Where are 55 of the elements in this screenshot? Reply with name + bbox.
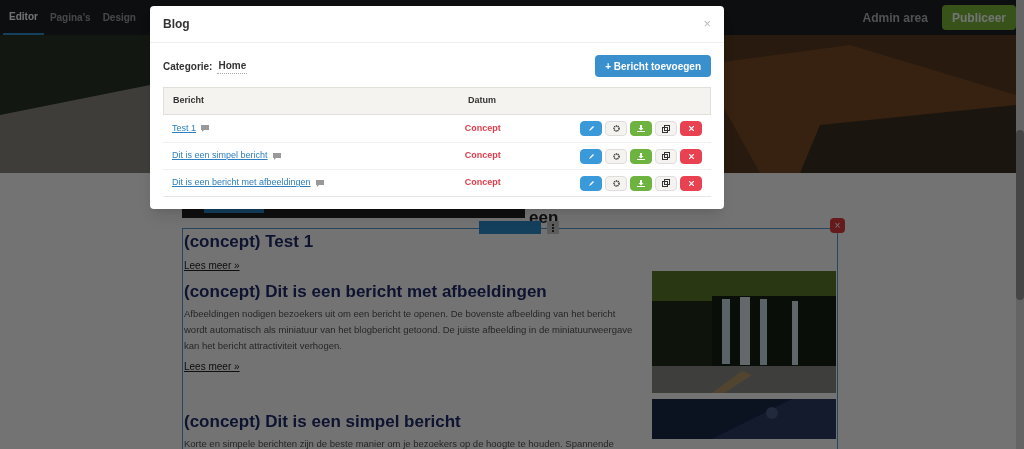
category-label: Categorie: [163,59,213,74]
settings-button[interactable] [605,121,627,136]
settings-button[interactable] [605,175,627,191]
post-title: (concept) Dit is een bericht met afbeeldingen [184,281,548,303]
download-icon [637,125,645,132]
copy-icon [662,152,670,160]
close-icon [688,126,694,131]
gear-icon [612,125,620,132]
settings-button[interactable] [605,148,627,164]
pencil-icon [587,125,595,132]
scrollbar[interactable] [1016,0,1024,449]
delete-button[interactable] [680,121,702,136]
gear-icon [612,152,620,160]
column-header: Bericht [173,94,205,108]
delete-button[interactable] [680,175,702,191]
admin-area-link[interactable]: Admin area [862,8,928,27]
close-button[interactable]: × [830,218,845,233]
close-icon [688,180,694,186]
duplicate-button[interactable] [655,121,677,136]
edit-button[interactable] [580,121,602,136]
download-icon [637,179,645,187]
post-title: (concept) Test 1 [184,231,315,253]
block-handle [479,221,541,234]
comment-icon [201,125,209,132]
pencil-icon [587,152,595,160]
add-post-button[interactable]: + Bericht toevoegen [595,55,711,77]
nav-tab[interactable]: Design [96,0,142,35]
read-more-link[interactable]: Lees meer » [184,359,240,374]
post-link[interactable]: Dit is een simpel bericht [172,149,268,163]
category-dropdown[interactable]: Home [217,58,248,74]
edit-button[interactable] [580,175,602,191]
edit-button[interactable] [580,148,602,164]
close-icon [688,153,694,159]
read-more-link[interactable]: Lees meer » [184,258,240,273]
status-text: Concept [464,176,502,190]
comment-icon [272,152,281,160]
delete-button[interactable] [680,148,702,164]
download-icon [637,152,645,160]
more-icon[interactable] [547,221,559,234]
dialog-title: Blog [163,16,190,33]
pencil-icon [587,179,595,187]
status-text: Concept [464,121,502,135]
duplicate-button[interactable] [655,148,677,164]
nav-tab[interactable]: Pagina's [43,0,97,35]
status-text: Concept [464,149,502,163]
gear-icon [612,179,620,187]
copy-icon [662,179,670,187]
copy-icon [662,124,670,133]
post-excerpt: Korte en simpele berichten zijn de beste manier om je bezoekers op de hoogte te houden. Spannende [184,437,615,449]
comment-icon [315,179,324,187]
duplicate-button[interactable] [655,175,677,191]
post-link[interactable]: Dit is een bericht met afbeeldingen [172,176,311,190]
column-header: Datum [468,94,496,108]
post-title: (concept) Dit is een simpel bericht [184,411,462,433]
post-link[interactable]: Test 1 [172,121,196,136]
